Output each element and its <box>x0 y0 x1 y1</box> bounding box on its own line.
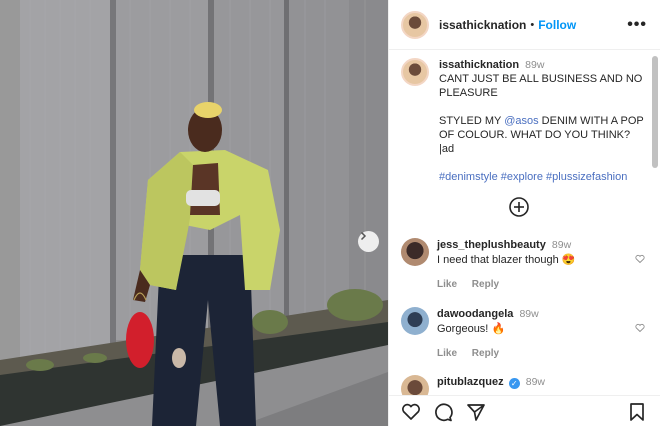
comment-username[interactable]: dawoodangela <box>437 308 513 320</box>
chevron-right-icon <box>360 231 367 241</box>
comment-item: pitublazquez ✓ 89w <box>401 375 645 395</box>
caption-avatar[interactable] <box>401 58 429 86</box>
comment-username[interactable]: pitublazquez <box>437 376 504 388</box>
heart-icon[interactable] <box>635 254 645 264</box>
commenter-avatar[interactable] <box>401 307 429 335</box>
author-username[interactable]: issathicknation <box>439 18 526 32</box>
comment-actions: Like Reply <box>437 277 575 292</box>
comment-time: 89w <box>519 308 539 320</box>
photo-image <box>0 0 388 426</box>
comment-text: Gorgeous! <box>437 323 489 335</box>
comment-like-button[interactable]: Like <box>437 348 457 359</box>
more-options-icon[interactable]: ••• <box>627 16 647 34</box>
comment-username[interactable]: jess_theplushbeauty <box>437 239 546 251</box>
comment-like-button[interactable]: Like <box>437 279 457 290</box>
comment-icon[interactable] <box>433 402 453 422</box>
comment-body: dawoodangela 89w Gorgeous! 🔥 Like Reply <box>437 307 539 361</box>
hashtag-link[interactable]: #explore <box>501 171 543 183</box>
hashtag-link[interactable]: #denimstyle <box>439 171 498 183</box>
post-header: issathicknation • Follow ••• <box>389 0 660 50</box>
comment-text: I need that blazer though <box>437 254 559 266</box>
caption-username[interactable]: issathicknation <box>439 59 519 71</box>
heart-icon[interactable] <box>401 402 421 422</box>
comment-actions: Like Reply <box>437 346 539 361</box>
comment-emoji: 🔥 <box>491 323 506 335</box>
caption-time: 89w <box>525 59 545 71</box>
post-side-panel: issathicknation • Follow ••• issathickna… <box>388 0 660 426</box>
caption-styled-prefix: STYLED MY <box>439 115 505 127</box>
caption: issathicknation 89w CANT JUST BE ALL BUS… <box>401 58 645 184</box>
comment-item: jess_theplushbeauty 89w I need that blaz… <box>401 238 645 292</box>
hashtag-link[interactable]: #plussizefashion <box>546 171 627 183</box>
comment-time: 89w <box>551 239 572 251</box>
comment-body: pitublazquez ✓ 89w <box>437 375 545 395</box>
heart-icon[interactable] <box>635 323 645 333</box>
comment-body: jess_theplushbeauty 89w I need that blaz… <box>437 238 575 292</box>
comments-scroll-area: issathicknation 89w CANT JUST BE ALL BUS… <box>389 50 651 395</box>
separator-dot: • <box>530 18 535 31</box>
comment-item: dawoodangela 89w Gorgeous! 🔥 Like Reply <box>401 307 645 361</box>
post-action-bar <box>389 395 660 426</box>
commenter-avatar[interactable] <box>401 238 429 266</box>
send-icon[interactable] <box>466 402 486 422</box>
comment-emoji: 😍 <box>561 254 576 266</box>
caption-line1: CANT JUST BE ALL BUSINESS AND NO PLEASUR… <box>439 73 643 99</box>
follow-button[interactable]: Follow <box>538 18 576 32</box>
comment-reply-button[interactable]: Reply <box>472 279 499 290</box>
bookmark-icon[interactable] <box>627 402 647 422</box>
mention-link[interactable]: @asos <box>504 115 538 127</box>
post-photo[interactable] <box>0 0 388 426</box>
comment-reply-button[interactable]: Reply <box>472 348 499 359</box>
caption-body: issathicknation 89w CANT JUST BE ALL BUS… <box>439 58 645 184</box>
comment-time: 89w <box>525 376 545 388</box>
plus-circle-icon[interactable] <box>508 196 530 218</box>
verified-badge-icon: ✓ <box>508 378 520 389</box>
next-photo-button[interactable] <box>358 231 379 252</box>
commenter-avatar[interactable] <box>401 375 429 395</box>
author-avatar[interactable] <box>401 10 429 39</box>
scrollbar-thumb[interactable] <box>652 56 658 168</box>
